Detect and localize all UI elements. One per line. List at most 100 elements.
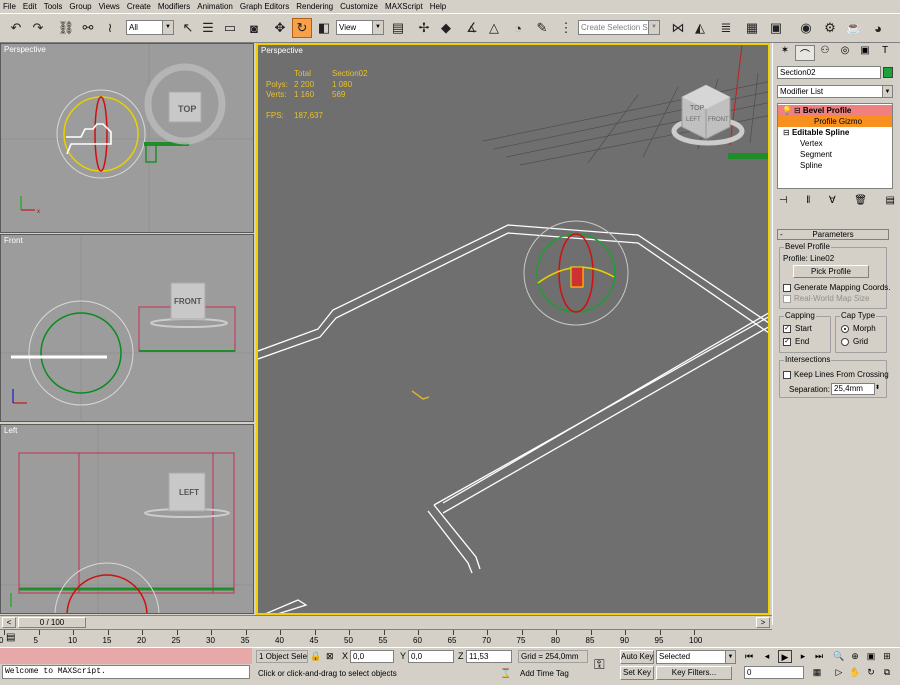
- stack-item-vertex[interactable]: Vertex: [778, 138, 892, 149]
- viewcube-left-face[interactable]: LEFT: [179, 488, 199, 497]
- mirror-tool-icon[interactable]: ⋈: [668, 18, 688, 38]
- link-icon[interactable]: ⛓: [56, 18, 76, 38]
- selection-filter-dropdown[interactable]: All ▼: [126, 20, 174, 35]
- menu-views[interactable]: Views: [99, 2, 120, 11]
- track-bar[interactable]: ▤ 0 5 10 15 20 25 30 35 40 45 50 55 60 65 70 75 80 85 90 95…: [0, 629, 772, 647]
- collapse-icon[interactable]: ⊟: [783, 128, 790, 137]
- real-world-checkbox[interactable]: [783, 295, 791, 303]
- zoom-all-icon[interactable]: ⊕: [848, 650, 862, 663]
- select-icon[interactable]: ↖: [178, 18, 198, 38]
- prev-frame-button[interactable]: <: [2, 617, 16, 628]
- modify-icon[interactable]: ⌒: [795, 45, 815, 61]
- spinner-snap-icon[interactable]: ◔: [508, 18, 528, 38]
- maximize-viewport-icon[interactable]: ⧉: [880, 666, 894, 679]
- redo-icon[interactable]: ↷: [28, 18, 48, 38]
- align-icon[interactable]: ◆: [436, 18, 456, 38]
- next-frame-button[interactable]: >: [756, 617, 770, 628]
- zoom-extents-icon[interactable]: ▣: [864, 650, 878, 663]
- move-icon[interactable]: ✥: [270, 18, 290, 38]
- scale-icon[interactable]: ◧: [314, 18, 334, 38]
- menu-modifiers[interactable]: Modifiers: [158, 2, 190, 11]
- current-frame-field[interactable]: 0: [744, 666, 804, 679]
- named-selection-set[interactable]: Create Selection Set ▼: [578, 20, 660, 35]
- material-editor-icon[interactable]: ◉: [796, 18, 816, 38]
- auto-key-button[interactable]: Auto Key: [620, 650, 654, 664]
- key-mode-dropdown[interactable]: Selected ▼: [656, 650, 736, 664]
- viewcube-front-face[interactable]: FRONT: [174, 297, 202, 306]
- menu-animation[interactable]: Animation: [197, 2, 233, 11]
- time-config-icon[interactable]: ▦: [810, 666, 824, 679]
- spinner-arrows-icon[interactable]: ⬍: [875, 384, 880, 391]
- stack-item-profile-gizmo[interactable]: Profile Gizmo: [778, 116, 892, 127]
- motion-icon[interactable]: ◎: [835, 45, 855, 61]
- render-setup-icon[interactable]: ⚙: [820, 18, 840, 38]
- key-icon[interactable]: ⚿: [594, 656, 605, 673]
- utilities-icon[interactable]: T: [875, 45, 895, 61]
- morph-radio[interactable]: [841, 325, 849, 333]
- goto-start-icon[interactable]: ⏮: [742, 650, 756, 663]
- goto-end-icon[interactable]: ⏭: [812, 650, 826, 663]
- viewport-label[interactable]: Perspective: [261, 46, 303, 55]
- lock-selection-icon[interactable]: 🔒: [310, 651, 321, 662]
- make-unique-icon[interactable]: ∀: [829, 195, 836, 211]
- schematic-icon[interactable]: ▣: [766, 18, 786, 38]
- absolute-mode-icon[interactable]: ⊠: [326, 651, 334, 662]
- prev-key-icon[interactable]: ◂: [760, 650, 774, 663]
- menu-maxscript[interactable]: MAXScript: [385, 2, 423, 11]
- pan-icon[interactable]: ✋: [848, 666, 862, 679]
- time-slider[interactable]: < 0 / 100 >: [0, 615, 772, 629]
- menu-edit[interactable]: Edit: [23, 2, 37, 11]
- set-key-button[interactable]: Set Key: [620, 666, 654, 680]
- curve-editor-icon[interactable]: ▦: [742, 18, 762, 38]
- edit-named-sel-icon[interactable]: ✎: [532, 18, 552, 38]
- stack-item-segment[interactable]: Segment: [778, 149, 892, 160]
- stack-item-editable-spline[interactable]: ⊟ Editable Spline: [778, 127, 892, 138]
- keep-lines-checkbox[interactable]: [783, 371, 791, 379]
- bind-space-warp-icon[interactable]: ≀: [100, 18, 120, 38]
- menu-customize[interactable]: Customize: [340, 2, 378, 11]
- undo-icon[interactable]: ↶: [6, 18, 26, 38]
- rotate-icon[interactable]: ↻: [292, 18, 312, 38]
- select-by-name-icon[interactable]: ☰: [198, 18, 218, 38]
- viewport-top[interactable]: Perspective x TOP: [0, 43, 254, 233]
- quick-render-icon[interactable]: ☕: [844, 18, 864, 38]
- menu-file[interactable]: File: [3, 2, 16, 11]
- menu-graph-editors[interactable]: Graph Editors: [240, 2, 289, 11]
- mirror-icon[interactable]: ✢: [414, 18, 434, 38]
- modifier-stack[interactable]: 💡 ⊟ Bevel Profile Profile Gizmo ⊟ Editabl…: [777, 103, 893, 189]
- window-crossing-icon[interactable]: ◙: [244, 18, 264, 38]
- viewcube-top-face[interactable]: TOP: [178, 104, 196, 114]
- viewport-perspective[interactable]: Perspective Total Section02 Polys: 2 200 1 …: [256, 43, 770, 615]
- percent-snap-icon[interactable]: △: [484, 18, 504, 38]
- rect-region-icon[interactable]: ▭: [220, 18, 240, 38]
- play-icon[interactable]: ▶: [778, 650, 792, 663]
- pin-stack-icon[interactable]: ⊣: [779, 195, 788, 211]
- configure-sets-icon[interactable]: ▤: [886, 195, 895, 211]
- menu-help[interactable]: Help: [430, 2, 446, 11]
- show-end-result-icon[interactable]: ‖: [806, 195, 810, 211]
- y-coordinate-field[interactable]: 0,0: [408, 650, 454, 663]
- ref-coord-dropdown[interactable]: View ▼: [336, 20, 384, 35]
- menu-create[interactable]: Create: [127, 2, 151, 11]
- align-tool-icon[interactable]: ◭: [690, 18, 710, 38]
- object-color-swatch[interactable]: [883, 67, 893, 78]
- parameters-rollout-header[interactable]: - Parameters: [777, 229, 889, 240]
- viewcube-front-face[interactable]: FRONT: [708, 117, 729, 123]
- cap-end-checkbox[interactable]: ✓: [783, 338, 791, 346]
- hierarchy-icon[interactable]: ⚇: [815, 45, 835, 61]
- menu-rendering[interactable]: Rendering: [296, 2, 333, 11]
- abc-icon[interactable]: ⋮: [556, 18, 576, 38]
- viewcube-top-face[interactable]: TOP: [690, 105, 704, 112]
- viewport-left[interactable]: Left LEFT: [0, 424, 254, 614]
- zoom-extents-all-icon[interactable]: ⊞: [880, 650, 894, 663]
- stack-item-bevel-profile[interactable]: 💡 ⊟ Bevel Profile: [778, 105, 892, 116]
- active-shade-icon[interactable]: ◕: [868, 18, 888, 38]
- viewport-label[interactable]: Front: [4, 236, 23, 245]
- time-tag-icon[interactable]: ⌛: [500, 668, 511, 679]
- modifier-list-dropdown[interactable]: Modifier List ▼: [777, 85, 893, 98]
- z-coordinate-field[interactable]: 11,53: [466, 650, 512, 663]
- cap-start-checkbox[interactable]: ✓: [783, 325, 791, 333]
- viewport-label[interactable]: Perspective: [4, 45, 46, 54]
- create-icon[interactable]: ✶: [775, 45, 795, 61]
- separation-spinner[interactable]: 25,4mm: [831, 383, 875, 395]
